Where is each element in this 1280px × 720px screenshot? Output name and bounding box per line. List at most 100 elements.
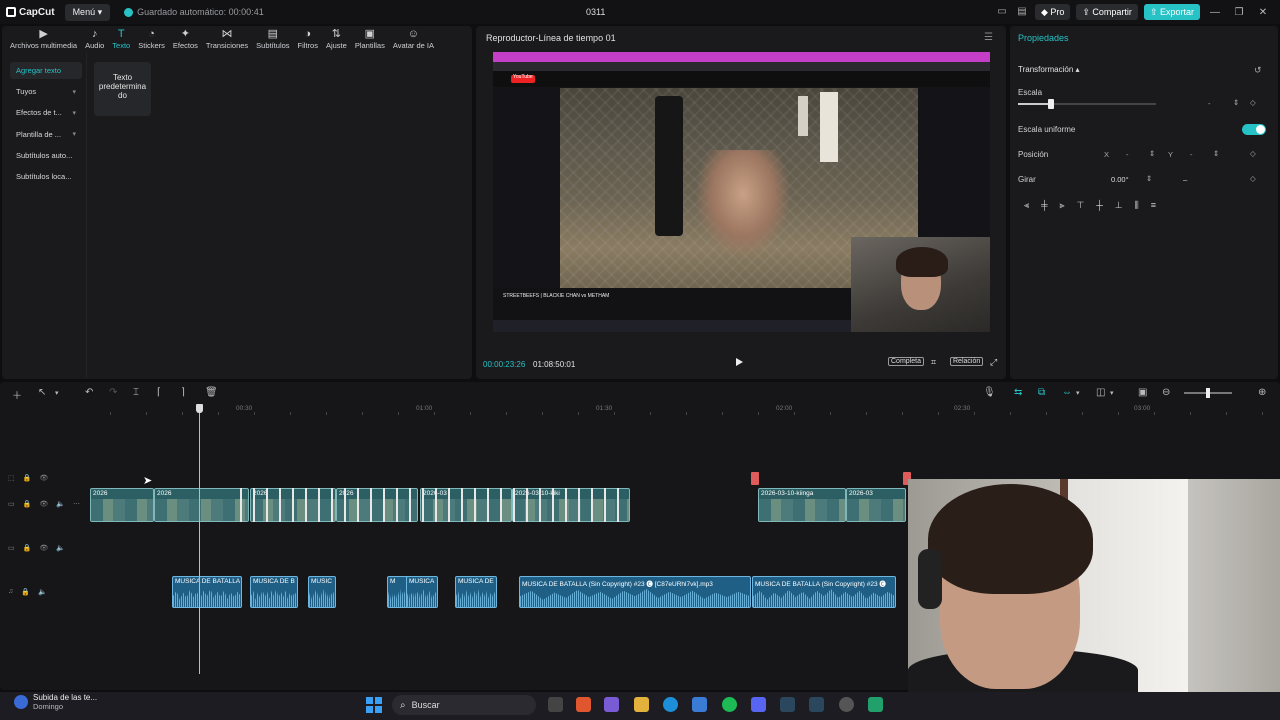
align-right-icon[interactable]: ⫸ [1059,200,1064,211]
sidebar-item[interactable]: Agregar texto [10,62,82,79]
distribute-h-icon[interactable]: ⫼ [1135,200,1139,211]
video-clip[interactable]: 2026 [90,488,154,522]
sidebar-item[interactable]: Subtítulos auto... [10,147,82,164]
obs-icon[interactable] [839,697,854,712]
tab-media[interactable]: ▶ Archivos multimedia [6,28,81,50]
close-icon[interactable]: ✕ [1254,7,1272,18]
fullscreen-icon[interactable]: ⤢ [990,357,997,368]
full-quality-button[interactable]: Completa [888,357,924,366]
video-clip[interactable]: 2026 [154,488,249,522]
split-icon[interactable]: ⌶ [133,387,139,398]
align-left-icon[interactable]: ⫷ [1024,200,1029,211]
playhead[interactable] [199,404,200,674]
rotate-extra[interactable]: – [1183,175,1187,184]
playhead-handle[interactable] [196,404,203,413]
menu-button[interactable]: Menú ▾ [64,3,111,21]
pos-x-value[interactable]: - [1126,150,1129,159]
pos-y-stepper-icon[interactable]: ⇕ [1213,149,1219,158]
track-lock-icon[interactable]: 🔒 [23,544,32,552]
track-mute-icon[interactable]: 🔈 [56,500,65,508]
track-visibility-icon[interactable]: 👁 [39,474,48,482]
align-bottom-icon[interactable]: ⊥ [1115,200,1123,211]
split-view-icon[interactable]: ◫ [1096,387,1105,398]
zoom-slider-knob[interactable] [1206,388,1210,398]
discord-icon[interactable] [751,697,766,712]
tab-subtitles[interactable]: ▤ Subtítulos [252,28,293,50]
minimize-icon[interactable]: — [1206,7,1224,18]
default-text-card[interactable]: Texto predetermina do [94,62,151,116]
audio-clip[interactable]: MUSICA DE BATALLA [172,576,242,608]
uniform-scale-toggle[interactable] [1242,124,1266,135]
notification[interactable]: Subida de las te... Domingo [14,693,97,711]
position-keyframe-icon[interactable]: ◇ [1250,149,1256,158]
edge-icon[interactable] [663,697,678,712]
distribute-v-icon[interactable]: ≡ [1151,200,1156,211]
sidebar-item[interactable]: Plantilla de ... ▾ [10,126,82,143]
track-lock-icon[interactable]: 🔒 [23,474,32,482]
tab-sticker[interactable]: ◔ Stickers [134,28,169,50]
align-vcenter-icon[interactable]: ┼ [1096,200,1102,211]
rotate-keyframe-icon[interactable]: ◇ [1250,174,1256,183]
steam-icon[interactable] [809,697,824,712]
track-visibility-icon[interactable]: 👁 [39,500,48,508]
reset-icon[interactable]: ↺ [1254,65,1262,76]
track-more-icon[interactable]: ⋯ [73,500,80,508]
crop-icon[interactable]: ⌗ [931,357,936,368]
scale-value[interactable]: - [1208,99,1211,108]
video-clip[interactable]: 2026-03 [846,488,906,522]
video-clip[interactable]: 2026 [336,488,418,522]
maximize-icon[interactable]: ❐ [1230,7,1248,18]
tab-adjust[interactable]: ⇅ Ajuste [322,28,351,50]
tab-templates[interactable]: ▣ Plantillas [351,28,389,50]
ratio-button[interactable]: Relación [950,357,984,366]
select-tool-icon[interactable]: ↖ [38,387,46,398]
split-left-icon[interactable]: ⌈ [157,387,161,398]
copilot-icon[interactable] [604,697,619,712]
steam-icon[interactable] [780,697,795,712]
zoom-slider[interactable] [1184,388,1232,398]
scale-slider[interactable] [1018,99,1156,109]
split-right-icon[interactable]: ⌉ [181,387,185,398]
rotate-stepper-icon[interactable]: ⇕ [1146,174,1152,183]
zoom-in-icon[interactable]: ⊕ [1258,387,1266,398]
audio-clip[interactable]: MUSICA DE BATALLA (Sin Copyright) #23 🅒 … [519,576,751,608]
tab-filters[interactable]: ◑ Filtros [294,28,322,50]
shortcuts-icon[interactable]: ▤ [1015,5,1029,19]
preview-axis-icon[interactable]: ⇔ [1062,387,1072,398]
redo-icon[interactable]: ↷ [109,387,117,398]
marker[interactable] [751,472,759,485]
tab-audio[interactable]: ♪ Audio [81,28,108,50]
video-preview[interactable]: YouTube STREETBEEFS | BLACKIE CHAN vs ME… [493,52,990,332]
track-lock-icon[interactable]: 🔒 [21,588,30,596]
windows-start-icon[interactable] [366,697,382,713]
pos-x-stepper-icon[interactable]: ⇕ [1149,149,1155,158]
rotate-value[interactable]: 0.00° [1111,175,1129,184]
thumbnail-toggle-icon[interactable]: ▣ [1138,387,1147,398]
video-clip[interactable]: 2026-03-10-kiki [512,488,630,522]
track-mute-icon[interactable]: 🔈 [38,588,47,596]
audio-clip[interactable]: MUSICA DE BATALLA (Sin Copyright) #23 🅒 [752,576,896,608]
tab-effects[interactable]: ✦ Efectos [169,28,202,50]
tab-transitions[interactable]: ⋈ Transiciones [202,28,252,50]
audio-clip[interactable]: MUSICA DE [455,576,497,608]
taskbar-search[interactable]: ⌕ Buscar [392,695,536,715]
magnet-icon[interactable]: ⧉ [1038,387,1045,398]
store-icon[interactable] [692,697,707,712]
tab-text[interactable]: T Texto [108,28,134,50]
audio-clip[interactable]: MUSIC [308,576,336,608]
play-icon[interactable] [736,358,743,366]
sidebar-item[interactable]: Subtítulos loca... [10,168,82,185]
add-track-icon[interactable]: ＋ [12,387,22,402]
pro-button[interactable]: ◆ Pro [1034,4,1071,20]
track-lock-icon[interactable]: 🔒 [23,500,32,508]
link-clips-icon[interactable]: ⇆ [1014,387,1022,398]
track-visibility-icon[interactable]: 👁 [39,544,48,552]
scale-stepper-icon[interactable]: ⇕ [1233,98,1239,107]
scale-slider-knob[interactable] [1048,99,1054,109]
track-cover-icon[interactable]: ▭ [8,500,15,508]
delete-icon[interactable]: 🗑 [205,387,218,398]
undo-icon[interactable]: ↶ [85,387,93,398]
video-clip[interactable]: 2026-03 [420,488,512,522]
track-mute-icon[interactable]: 🔈 [56,544,65,552]
export-button[interactable]: ⇧ Exportar [1143,4,1200,20]
